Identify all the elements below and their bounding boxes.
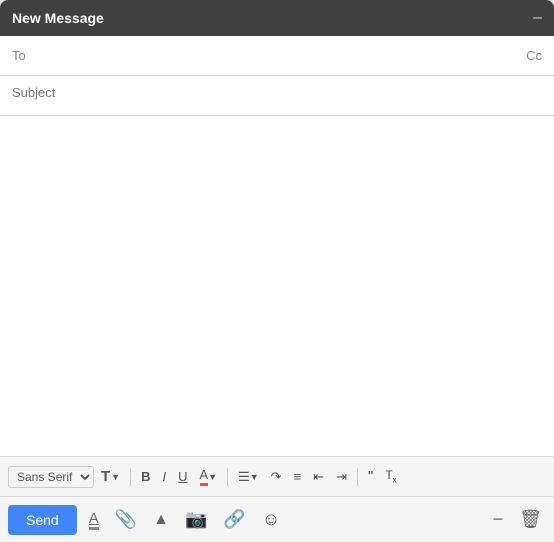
font-size-icon: T xyxy=(101,468,110,485)
bold-icon: B xyxy=(141,469,150,484)
font-family-select[interactable]: Sans Serif xyxy=(8,466,94,488)
italic-button[interactable]: I xyxy=(157,466,171,487)
delete-compose-button[interactable]: 🗑 xyxy=(515,505,546,534)
separator-2 xyxy=(227,468,228,486)
cc-button[interactable]: Cc xyxy=(526,48,542,63)
formatting-icon: A xyxy=(89,510,99,530)
titlebar-controls: – xyxy=(533,10,542,26)
clear-formatting-button[interactable]: Tx xyxy=(380,465,401,487)
separator-3 xyxy=(357,468,358,486)
to-label: To xyxy=(12,48,42,63)
formatting-toggle-button[interactable]: A xyxy=(85,506,103,534)
separator-1 xyxy=(130,468,131,486)
to-input[interactable] xyxy=(42,48,526,63)
titlebar: New Message – xyxy=(0,0,554,36)
underline-button[interactable]: U xyxy=(173,466,192,487)
italic-icon: I xyxy=(162,469,166,484)
emoji-button[interactable]: ☺ xyxy=(258,505,284,534)
outdent-icon: ⇤ xyxy=(313,469,324,485)
body-area xyxy=(0,116,554,456)
bullet-list-button[interactable]: ≡ xyxy=(289,466,307,487)
formatting-toolbar: Sans Serif T ▼ B I U A ▼ ☰ ▼ ↷ ≡ xyxy=(0,456,554,496)
indent-button[interactable]: ⇥ xyxy=(331,466,352,488)
body-input[interactable] xyxy=(12,124,542,448)
clear-formatting-icon: Tx xyxy=(385,468,396,484)
font-size-dropdown-icon: ▼ xyxy=(111,472,120,482)
emoji-icon: ☺ xyxy=(262,509,280,530)
indent-icon: ⇥ xyxy=(336,469,347,485)
subject-input[interactable] xyxy=(12,85,542,100)
subject-row xyxy=(0,76,554,116)
font-color-dropdown-icon: ▼ xyxy=(208,472,217,482)
link-icon: 🔗 xyxy=(223,509,245,530)
attachment-icon: 📎 xyxy=(115,509,137,530)
compose-window: New Message – To Cc Sans Serif T ▼ B I xyxy=(0,0,554,542)
attachment-button[interactable]: 📎 xyxy=(111,505,141,534)
delete-icon: 🗑 xyxy=(519,509,542,530)
minimize-button[interactable]: – xyxy=(533,10,542,26)
align-dropdown-icon: ▼ xyxy=(250,472,259,482)
align-button[interactable]: ☰ ▼ xyxy=(233,466,264,488)
photo-icon: 📷 xyxy=(185,509,207,530)
drive-button[interactable]: ▲ xyxy=(149,507,173,533)
window-title: New Message xyxy=(12,10,104,26)
align-icon: ☰ xyxy=(238,469,250,485)
bullet-list-icon: ≡ xyxy=(294,469,302,484)
minimize-compose-button[interactable]: − xyxy=(489,505,508,534)
outdent-button[interactable]: ⇤ xyxy=(308,466,329,488)
drive-icon: ▲ xyxy=(153,511,169,529)
photo-button[interactable]: 📷 xyxy=(181,505,211,534)
underline-icon: U xyxy=(178,469,187,484)
minimize-compose-icon: − xyxy=(493,509,504,530)
font-color-icon: A xyxy=(200,467,209,486)
numbered-list-button[interactable]: ↷ xyxy=(266,466,287,488)
link-button[interactable]: 🔗 xyxy=(219,505,249,534)
numbered-list-icon: ↷ xyxy=(271,469,282,485)
quote-button[interactable]: " xyxy=(363,465,378,488)
quote-icon: " xyxy=(368,468,373,485)
font-color-button[interactable]: A ▼ xyxy=(195,464,223,489)
send-button[interactable]: Send xyxy=(8,505,77,535)
font-size-button[interactable]: T ▼ xyxy=(96,465,125,488)
to-row: To Cc xyxy=(0,36,554,76)
bottom-toolbar: Send A 📎 ▲ 📷 🔗 ☺ − 🗑 xyxy=(0,496,554,542)
bold-button[interactable]: B xyxy=(136,466,155,487)
